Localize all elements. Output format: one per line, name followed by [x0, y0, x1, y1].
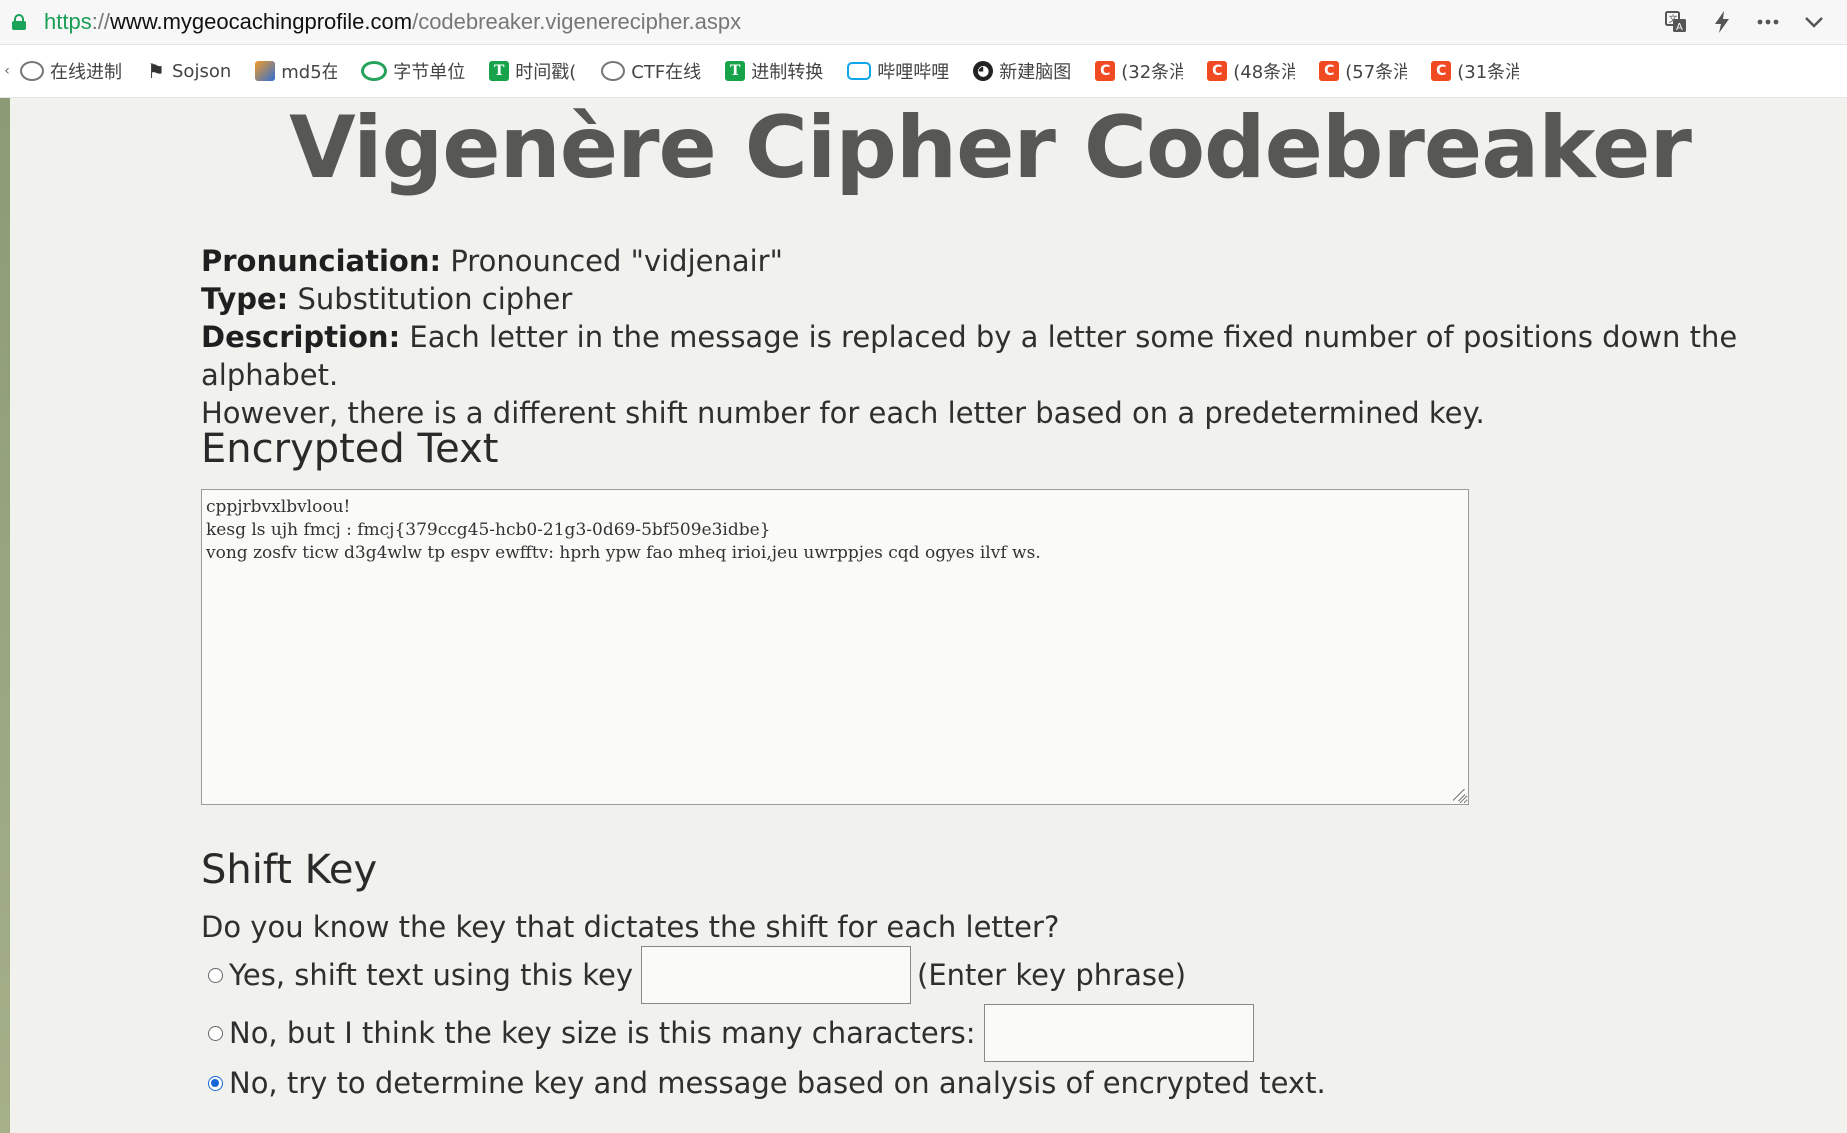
key-phrase-input[interactable] [641, 946, 911, 1004]
url-separator: :// [91, 9, 111, 34]
translate-icon[interactable]: 文A [1661, 8, 1691, 36]
c-icon: C [1319, 61, 1340, 81]
radio-key-size[interactable] [208, 1025, 223, 1041]
url-text[interactable]: https://www.mygeocachingprofile.com/code… [44, 9, 741, 35]
shift-key-heading: Shift Key [201, 847, 378, 893]
url-scheme: https [44, 9, 92, 34]
address-bar[interactable]: https://www.mygeocachingprofile.com/code… [0, 0, 1847, 45]
type-label: Type: [201, 282, 289, 316]
radio-analyze[interactable] [208, 1075, 223, 1091]
bookmark-item[interactable]: T 进制转换 [719, 55, 829, 87]
resize-grip-icon[interactable] [1453, 789, 1465, 801]
bookmark-item[interactable]: T 时间戳( [483, 55, 583, 87]
encrypted-text-area[interactable]: cppjrbvxlbvloou! kesg ls ujh fmcj : fmcj… [201, 489, 1469, 805]
encrypted-text-heading: Encrypted Text [201, 426, 499, 472]
page-title: Vigenère Cipher Codebreaker [289, 98, 1692, 198]
c-icon: C [1207, 61, 1228, 81]
option-key-size-label: No, but I think the key size is this man… [229, 1016, 976, 1050]
encrypted-text-content: cppjrbvxlbvloou! kesg ls ujh fmcj : fmcj… [206, 497, 1041, 563]
url-path: /codebreaker.vigenerecipher.aspx [412, 9, 742, 34]
t-icon: T [489, 61, 510, 81]
left-edge-stripe [0, 98, 10, 1133]
bookmark-item[interactable]: 字节单位 [355, 55, 471, 87]
option-analyze: No, try to determine key and message bas… [208, 1066, 1326, 1100]
cipher-info: Pronunciation: Pronounced "vidjenair" Ty… [201, 242, 1801, 432]
bookmark-item[interactable]: md5在 [249, 55, 343, 87]
option-key-size: No, but I think the key size is this man… [208, 1004, 1260, 1062]
flag-icon: ⚑ [147, 59, 165, 83]
option-analyze-label: No, try to determine key and message bas… [229, 1066, 1326, 1100]
globe-icon [20, 61, 44, 81]
c-icon: C [1431, 61, 1452, 81]
lightning-icon[interactable] [1707, 8, 1737, 36]
more-icon[interactable] [1753, 8, 1783, 36]
bookmark-item[interactable]: 在线进制 [14, 55, 128, 87]
chevron-down-icon[interactable] [1799, 8, 1829, 36]
bookmark-item[interactable]: C (31条消 [1425, 55, 1525, 87]
url-host: www.mygeocachingprofile.com [110, 9, 413, 34]
bookmark-item[interactable]: C (48条消 [1201, 55, 1301, 87]
key-phrase-hint: (Enter key phrase) [917, 958, 1187, 992]
svg-text:A: A [1676, 22, 1683, 33]
radio-known-key[interactable] [208, 967, 223, 983]
option-known-key: Yes, shift text using this key (Enter ke… [208, 946, 1186, 1004]
circle-icon [361, 61, 388, 81]
pronunciation-value: Pronounced "vidjenair" [450, 244, 783, 278]
bilibili-icon [847, 62, 872, 80]
bookmark-item[interactable]: ⚑ Sojson [140, 55, 237, 87]
description-line1: Each letter in the message is replaced b… [201, 320, 1738, 392]
md5-icon [255, 61, 276, 81]
globe-icon [601, 61, 626, 81]
type-value: Substitution cipher [297, 282, 573, 316]
lock-icon [12, 14, 26, 30]
key-size-input[interactable] [983, 1004, 1254, 1062]
bookmarks-bar: ‹ 在线进制 ⚑ Sojson md5在 字节单位 T 时间戳( CTF在线 T 进制… [0, 45, 1847, 98]
bookmark-item[interactable]: ◕ 新建脑图 [967, 55, 1077, 87]
bookmark-item[interactable]: 哔哩哔哩 [841, 55, 955, 87]
description-label: Description: [201, 320, 401, 354]
bookmarks-scroll-left-icon[interactable]: ‹ [0, 63, 14, 79]
bookmark-item[interactable]: C (57条消 [1313, 55, 1413, 87]
c-icon: C [1095, 61, 1116, 81]
pronunciation-label: Pronunciation: [201, 244, 442, 278]
owl-icon: ◕ [973, 61, 994, 81]
shift-question: Do you know the key that dictates the sh… [201, 910, 1060, 944]
t-icon: T [725, 61, 746, 81]
option-known-key-label: Yes, shift text using this key [229, 958, 633, 992]
bookmark-item[interactable]: C (32条消 [1089, 55, 1189, 87]
bookmark-item[interactable]: CTF在线 [595, 55, 707, 87]
